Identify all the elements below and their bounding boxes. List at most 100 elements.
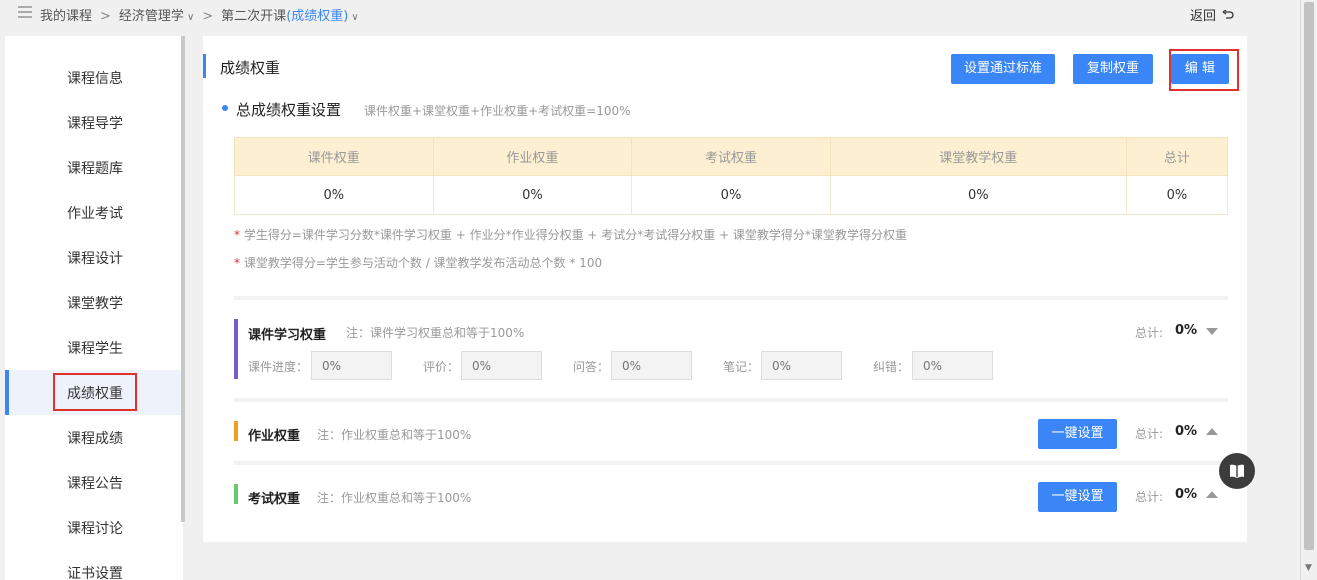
- divider: [234, 296, 1228, 300]
- divider: [234, 461, 1228, 465]
- sidebar-item-students[interactable]: 课程学生: [5, 325, 183, 370]
- sidebar-item-label: 课堂教学: [67, 296, 123, 312]
- copy-weight-button[interactable]: 复制权重: [1073, 54, 1153, 84]
- sidebar-item-course-design[interactable]: 课程设计: [5, 235, 183, 280]
- breadcrumb-separator: >: [100, 9, 111, 24]
- total-label: 总计:: [1135, 326, 1164, 340]
- summary-formula: 课件权重+课堂权重+作业权重+考试权重=100%: [364, 104, 631, 118]
- breadcrumb-separator: >: [202, 9, 214, 24]
- sidebar-item-announcements[interactable]: 课程公告: [5, 460, 183, 505]
- table-cell: 0%: [234, 175, 434, 215]
- table-cell: 0%: [1125, 175, 1229, 215]
- exam-weight-note: 注：作业权重总和等于100%: [317, 491, 472, 505]
- table-header: 课堂教学权重: [829, 137, 1127, 176]
- formula-note-text: 学生得分=课件学习分数*课件学习权重 + 作业分*作业得分权重 + 考试分*考试…: [243, 228, 907, 242]
- breadcrumb-my-courses[interactable]: 我的课程: [40, 9, 92, 24]
- sidebar-item-question-bank[interactable]: 课程题库: [5, 145, 183, 190]
- total-value: 0%: [1175, 487, 1198, 502]
- table-header: 课件权重: [234, 137, 434, 176]
- table-header: 考试权重: [631, 137, 831, 176]
- table-cell: 0%: [432, 175, 633, 215]
- weight-summary-table: 课件权重 作业权重 考试权重 课堂教学权重 总计 0% 0% 0% 0% 0%: [234, 137, 1229, 215]
- menu-icon[interactable]: [18, 6, 32, 18]
- field-label: 问答：: [573, 360, 610, 374]
- back-arrow-icon: [1222, 9, 1234, 19]
- edit-button[interactable]: 编 辑: [1171, 54, 1229, 84]
- scroll-down-icon[interactable]: ▼: [1305, 563, 1312, 573]
- sidebar-item-label: 课程讨论: [67, 521, 123, 537]
- sidebar-scrollbar[interactable]: [181, 36, 185, 522]
- divider: [234, 398, 1228, 402]
- total-label: 总计:: [1135, 427, 1164, 441]
- notes-input[interactable]: [761, 351, 842, 380]
- page-title: 成绩权重: [220, 59, 281, 77]
- table-header-row: 课件权重 作业权重 考试权重 课堂教学权重 总计: [234, 137, 1229, 176]
- set-pass-standard-button[interactable]: 设置通过标准: [951, 54, 1055, 84]
- exam-quick-set-button[interactable]: 一键设置: [1038, 482, 1117, 512]
- field-label: 评价：: [423, 360, 460, 374]
- sidebar-item-label: 课程学生: [67, 341, 123, 357]
- qa-input[interactable]: [611, 351, 692, 380]
- section-accent: [234, 319, 238, 379]
- table-cell: 0%: [829, 175, 1127, 215]
- triangle-up-icon[interactable]: [1206, 428, 1218, 435]
- sidebar-item-homework-exam[interactable]: 作业考试: [5, 190, 183, 235]
- formula-note: * 课堂教学得分=学生参与活动个数 / 课堂教学发布活动总个数 * 100: [234, 254, 602, 271]
- field-label: 笔记：: [723, 360, 760, 374]
- total-value: 0%: [1175, 424, 1198, 439]
- title-accent: [203, 54, 206, 78]
- sidebar-item-discussion[interactable]: 课程讨论: [5, 505, 183, 550]
- summary-title: 总成绩权重设置: [236, 101, 342, 119]
- homework-weight-title: 作业权重: [248, 429, 301, 444]
- sidebar-item-grades[interactable]: 课程成绩: [5, 415, 183, 460]
- sidebar-item-label: 作业考试: [67, 206, 123, 222]
- sidebar-item-grade-weight[interactable]: 成绩权重: [5, 370, 183, 415]
- formula-note: * 学生得分=课件学习分数*课件学习权重 + 作业分*作业得分权重 + 考试分*…: [234, 226, 907, 243]
- required-star: *: [234, 256, 244, 270]
- sidebar-item-label: 课程设计: [67, 251, 123, 267]
- error-correction-input[interactable]: [912, 351, 993, 380]
- main-panel: 成绩权重 设置通过标准 复制权重 编 辑 总成绩权重设置 课件权重+课堂权重+作…: [203, 36, 1247, 542]
- field-label: 课件进度：: [248, 360, 309, 374]
- sidebar-item-label: 课程公告: [67, 476, 123, 492]
- active-indicator: [5, 370, 9, 415]
- breadcrumb-course[interactable]: 经济管理学: [119, 9, 184, 24]
- table-header: 总计: [1125, 137, 1229, 176]
- section-accent: [234, 421, 238, 441]
- sidebar-item-label: 课程信息: [67, 71, 123, 87]
- total-value: 0%: [1175, 323, 1198, 338]
- total-label: 总计:: [1135, 490, 1164, 504]
- sidebar-item-classroom[interactable]: 课堂教学: [5, 280, 183, 325]
- chevron-down-icon[interactable]: ∨: [351, 12, 358, 23]
- evaluation-input[interactable]: [461, 351, 542, 380]
- courseware-weight-title: 课件学习权重: [248, 328, 327, 343]
- courseware-progress-input[interactable]: [311, 351, 392, 380]
- breadcrumb-current: (成绩权重): [286, 9, 349, 24]
- breadcrumb: 我的课程 > 经济管理学 ∨ > 第二次开课(成绩权重) ∨: [40, 5, 359, 24]
- sidebar: 课程信息 课程导学 课程题库 作业考试 课程设计 课堂教学 课程学生 成绩权重 …: [5, 36, 183, 580]
- sidebar-item-label: 成绩权重: [67, 386, 123, 402]
- sidebar-item-course-info[interactable]: 课程信息: [5, 55, 183, 100]
- floating-book-button[interactable]: [1219, 453, 1255, 489]
- back-button[interactable]: 返回: [1190, 5, 1234, 24]
- sidebar-item-label: 课程成绩: [67, 431, 123, 447]
- sidebar-item-certificate[interactable]: 证书设置: [5, 550, 183, 580]
- breadcrumb-session[interactable]: 第二次开课: [221, 9, 286, 24]
- top-bar: 我的课程 > 经济管理学 ∨ > 第二次开课(成绩权重) ∨ 返回: [0, 0, 1300, 28]
- table-row: 0% 0% 0% 0% 0%: [234, 175, 1229, 215]
- window-scrollbar[interactable]: ▼: [1300, 0, 1317, 580]
- exam-weight-title: 考试权重: [248, 492, 301, 507]
- table-header: 作业权重: [432, 137, 633, 176]
- homework-weight-note: 注：作业权重总和等于100%: [317, 428, 472, 442]
- section-accent: [234, 484, 238, 504]
- field-label: 纠错：: [873, 360, 910, 374]
- back-label: 返回: [1190, 9, 1217, 24]
- sidebar-item-course-guide[interactable]: 课程导学: [5, 100, 183, 145]
- book-icon: [1230, 464, 1244, 478]
- formula-note-text: 课堂教学得分=学生参与活动个数 / 课堂教学发布活动总个数 * 100: [243, 256, 603, 270]
- triangle-up-icon[interactable]: [1206, 491, 1218, 498]
- chevron-down-icon[interactable]: ∨: [187, 12, 194, 23]
- homework-quick-set-button[interactable]: 一键设置: [1038, 419, 1117, 449]
- window-scroll-thumb[interactable]: [1304, 2, 1314, 550]
- triangle-down-icon[interactable]: [1206, 328, 1218, 335]
